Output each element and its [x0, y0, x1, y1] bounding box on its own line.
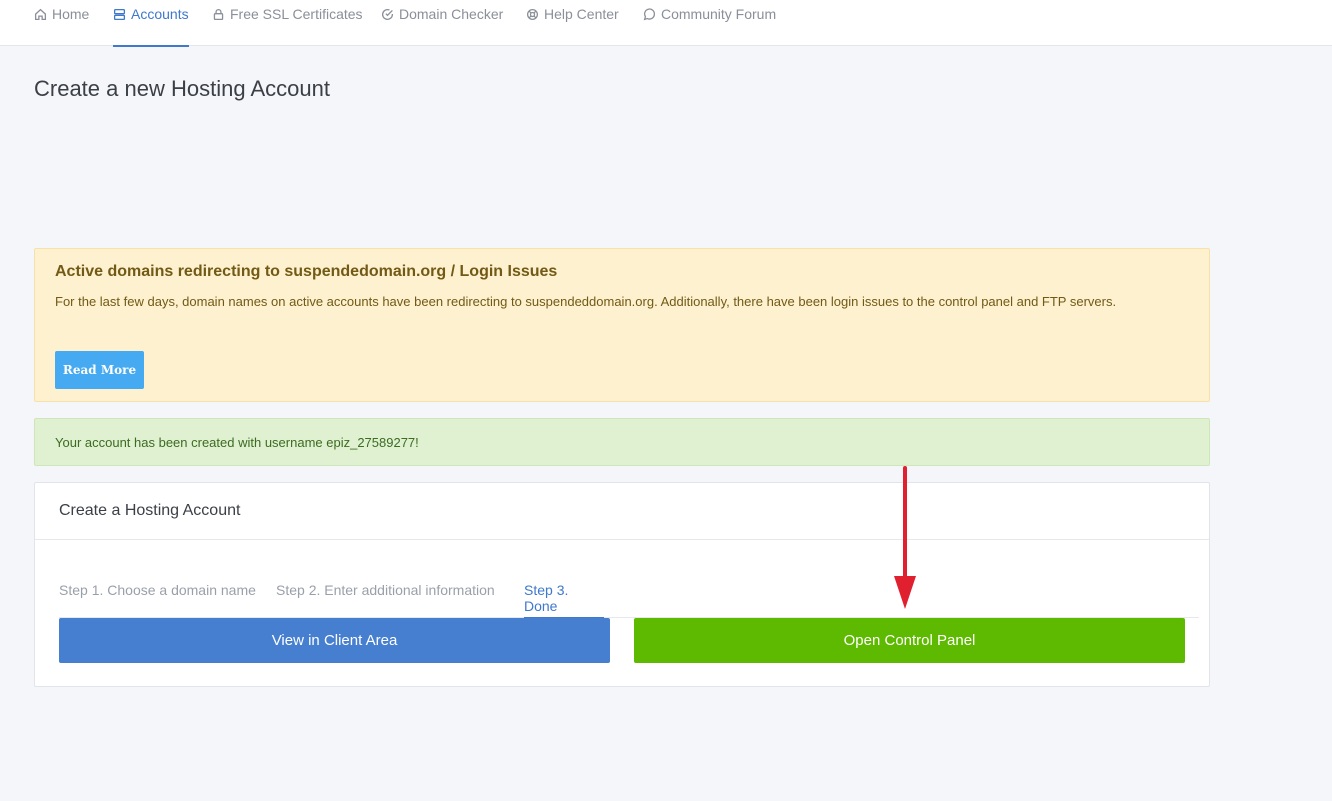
nav-community-forum-label: Community Forum [661, 6, 777, 22]
nav-help-center-label: Help Center [544, 6, 619, 22]
nav-free-ssl-label: Free SSL Certificates [230, 6, 363, 22]
nav-domain-checker[interactable]: Domain Checker [381, 0, 503, 46]
warning-title: Active domains redirecting to suspendedo… [55, 263, 558, 280]
red-arrow-annotation [894, 466, 916, 609]
server-icon [113, 8, 126, 20]
lock-icon [213, 8, 224, 20]
open-control-panel-button[interactable]: Open Control Panel [634, 618, 1185, 663]
page-title: Create a new Hosting Account [34, 76, 330, 101]
nav-domain-checker-label: Domain Checker [399, 6, 504, 22]
check-circle-icon [382, 8, 394, 20]
success-alert: Your account has been created with usern… [34, 418, 1210, 466]
top-navigation: Home Accounts Free SSL Certificates Doma… [0, 0, 1332, 47]
hosting-account-card: Create a Hosting Account Step 1. Choose … [34, 482, 1210, 687]
step-1-tab[interactable]: Step 1. Choose a domain name [59, 571, 256, 618]
step-tabs: Step 1. Choose a domain name Step 2. Ent… [59, 571, 1199, 619]
nav-accounts[interactable]: Accounts [113, 0, 189, 47]
home-icon [34, 8, 47, 20]
nav-free-ssl[interactable]: Free SSL Certificates [212, 0, 363, 46]
step-2-tab[interactable]: Step 2. Enter additional information [276, 571, 495, 618]
nav-community-forum[interactable]: Community Forum [643, 0, 776, 46]
lifebuoy-icon [526, 8, 539, 20]
card-title: Create a Hosting Account [59, 502, 241, 519]
chat-icon [643, 7, 656, 20]
view-in-client-area-button[interactable]: View in Client Area [59, 618, 610, 663]
read-more-button[interactable]: Read More [55, 351, 144, 389]
nav-accounts-label: Accounts [131, 6, 189, 22]
step-3-tab[interactable]: Step 3. Done [524, 571, 604, 619]
success-message: Your account has been created with usern… [55, 434, 419, 450]
warning-body: For the last few days, domain names on a… [55, 294, 1117, 309]
card-header: Create a Hosting Account [35, 483, 1209, 540]
nav-home-label: Home [52, 6, 90, 22]
warning-alert: Active domains redirecting to suspendedo… [34, 248, 1210, 402]
nav-home[interactable]: Home [34, 0, 89, 46]
nav-help-center[interactable]: Help Center [526, 0, 619, 46]
